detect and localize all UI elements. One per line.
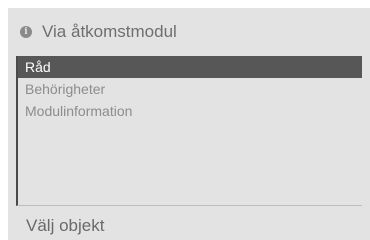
list-item-label: Behörigheter — [25, 81, 106, 97]
list-item-modulinformation[interactable]: Modulinformation — [18, 100, 362, 122]
footer-hint: Välj objekt — [26, 216, 105, 235]
list-item-label: Råd — [25, 59, 51, 75]
info-icon: i — [20, 26, 32, 38]
list-item-rad[interactable]: Råd — [18, 56, 362, 78]
panel-header: i Via åtkomstmodul — [16, 20, 177, 44]
menu-list: Råd Behörigheter Modulinformation — [16, 56, 362, 206]
list-item-behorigheter[interactable]: Behörigheter — [18, 78, 362, 100]
list-item-label: Modulinformation — [25, 103, 133, 119]
panel-title: Via åtkomstmodul — [42, 22, 177, 41]
